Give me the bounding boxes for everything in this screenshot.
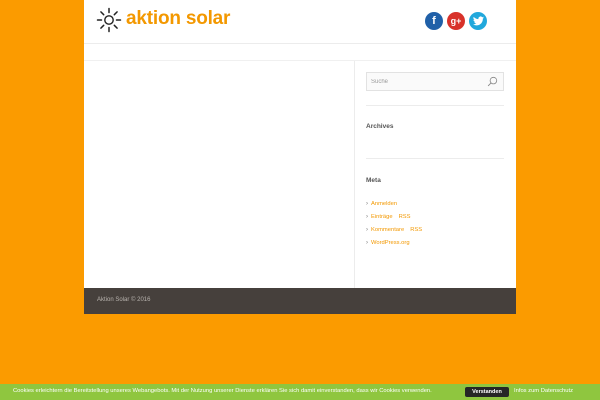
cookie-bar: Cookies erleichtern die Bereitstellung u…	[0, 384, 600, 400]
meta-links: › Anmelden › Einträge RSS › Kommentare R…	[366, 197, 422, 249]
chevron-right-icon: ›	[366, 239, 368, 246]
archives-title: Archives	[366, 123, 394, 130]
widget-divider	[366, 105, 504, 106]
site-footer: Aktion Solar © 2016	[84, 288, 516, 314]
footer-copyright: Aktion Solar © 2016	[97, 297, 151, 303]
list-item[interactable]: › WordPress.org	[366, 236, 422, 249]
search-icon[interactable]	[487, 76, 498, 87]
facebook-icon[interactable]: f	[425, 12, 443, 30]
chevron-right-icon: ›	[366, 213, 368, 220]
list-item[interactable]: › Anmelden	[366, 197, 422, 210]
social-links: f g+	[421, 12, 487, 30]
list-item[interactable]: › Kommentare RSS	[366, 223, 422, 236]
meta-link-comments[interactable]: Kommentare	[371, 227, 404, 233]
meta-link-comments-rss[interactable]: RSS	[410, 227, 422, 233]
twitter-bird-icon	[472, 16, 484, 26]
site-name: aktion solar	[126, 8, 231, 29]
search-input[interactable]	[371, 75, 481, 88]
chevron-right-icon: ›	[366, 226, 368, 233]
site-logo[interactable]: aktion solar	[96, 7, 230, 33]
meta-link-wordpress[interactable]: WordPress.org	[371, 240, 410, 246]
twitter-icon[interactable]	[469, 12, 487, 30]
meta-link-entries-rss[interactable]: RSS	[399, 214, 411, 220]
google-plus-icon[interactable]: g+	[447, 12, 465, 30]
widget-divider	[366, 158, 504, 159]
sun-logo-icon	[96, 7, 122, 33]
privacy-info-link[interactable]: Infos zum Datenschutz	[514, 388, 573, 394]
site-header: aktion solar f g+	[84, 0, 516, 44]
meta-title: Meta	[366, 177, 381, 184]
chevron-right-icon: ›	[366, 200, 368, 207]
meta-link-login[interactable]: Anmelden	[371, 201, 397, 207]
main-content	[84, 61, 355, 288]
list-item[interactable]: › Einträge RSS	[366, 210, 422, 223]
search-form	[366, 72, 504, 91]
meta-link-entries[interactable]: Einträge	[371, 214, 393, 220]
cookie-accept-button[interactable]: Verstanden	[465, 387, 509, 397]
cookie-message: Cookies erleichtern die Bereitstellung u…	[13, 388, 432, 394]
page-container: aktion solar f g+ Archives Meta	[84, 0, 516, 314]
